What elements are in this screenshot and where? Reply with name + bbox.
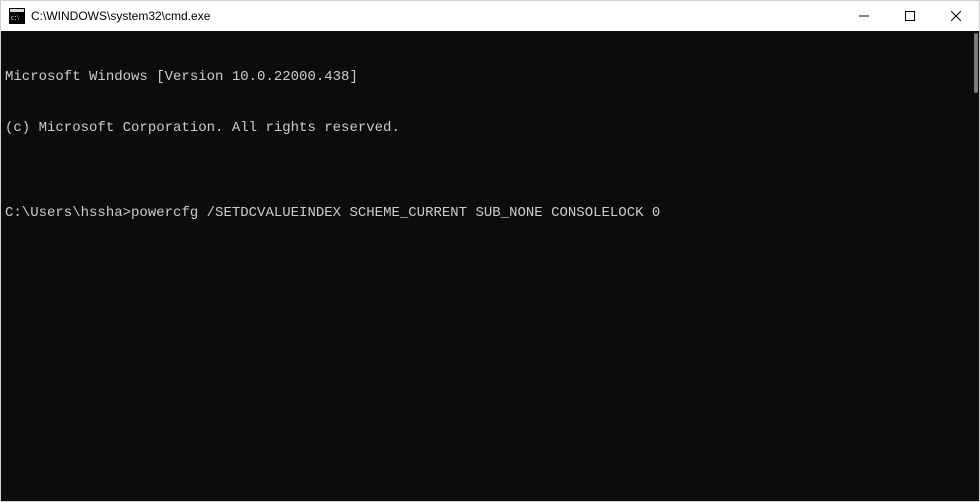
titlebar[interactable]: c:\ C:\WINDOWS\system32\cmd.exe <box>1 1 979 31</box>
cmd-icon: c:\ <box>9 8 25 24</box>
prompt-line: C:\Users\hssha>powercfg /SETDCVALUEINDEX… <box>5 205 973 222</box>
close-button[interactable] <box>933 1 979 31</box>
typed-command: powercfg /SETDCVALUEINDEX SCHEME_CURRENT… <box>131 205 660 221</box>
prompt-text: C:\Users\hssha> <box>5 205 131 221</box>
terminal-line: Microsoft Windows [Version 10.0.22000.43… <box>5 69 973 86</box>
text-cursor <box>660 206 668 221</box>
scroll-thumb[interactable] <box>974 33 978 93</box>
window-title: C:\WINDOWS\system32\cmd.exe <box>31 9 210 23</box>
maximize-button[interactable] <box>887 1 933 31</box>
svg-text:c:\: c:\ <box>11 13 20 22</box>
minimize-button[interactable] <box>841 1 887 31</box>
cmd-window: c:\ C:\WINDOWS\system32\cmd.exe Microsof… <box>0 0 980 502</box>
terminal-line: (c) Microsoft Corporation. All rights re… <box>5 120 973 137</box>
terminal-area[interactable]: Microsoft Windows [Version 10.0.22000.43… <box>1 31 979 501</box>
window-controls <box>841 1 979 31</box>
vertical-scrollbar[interactable] <box>973 31 979 501</box>
